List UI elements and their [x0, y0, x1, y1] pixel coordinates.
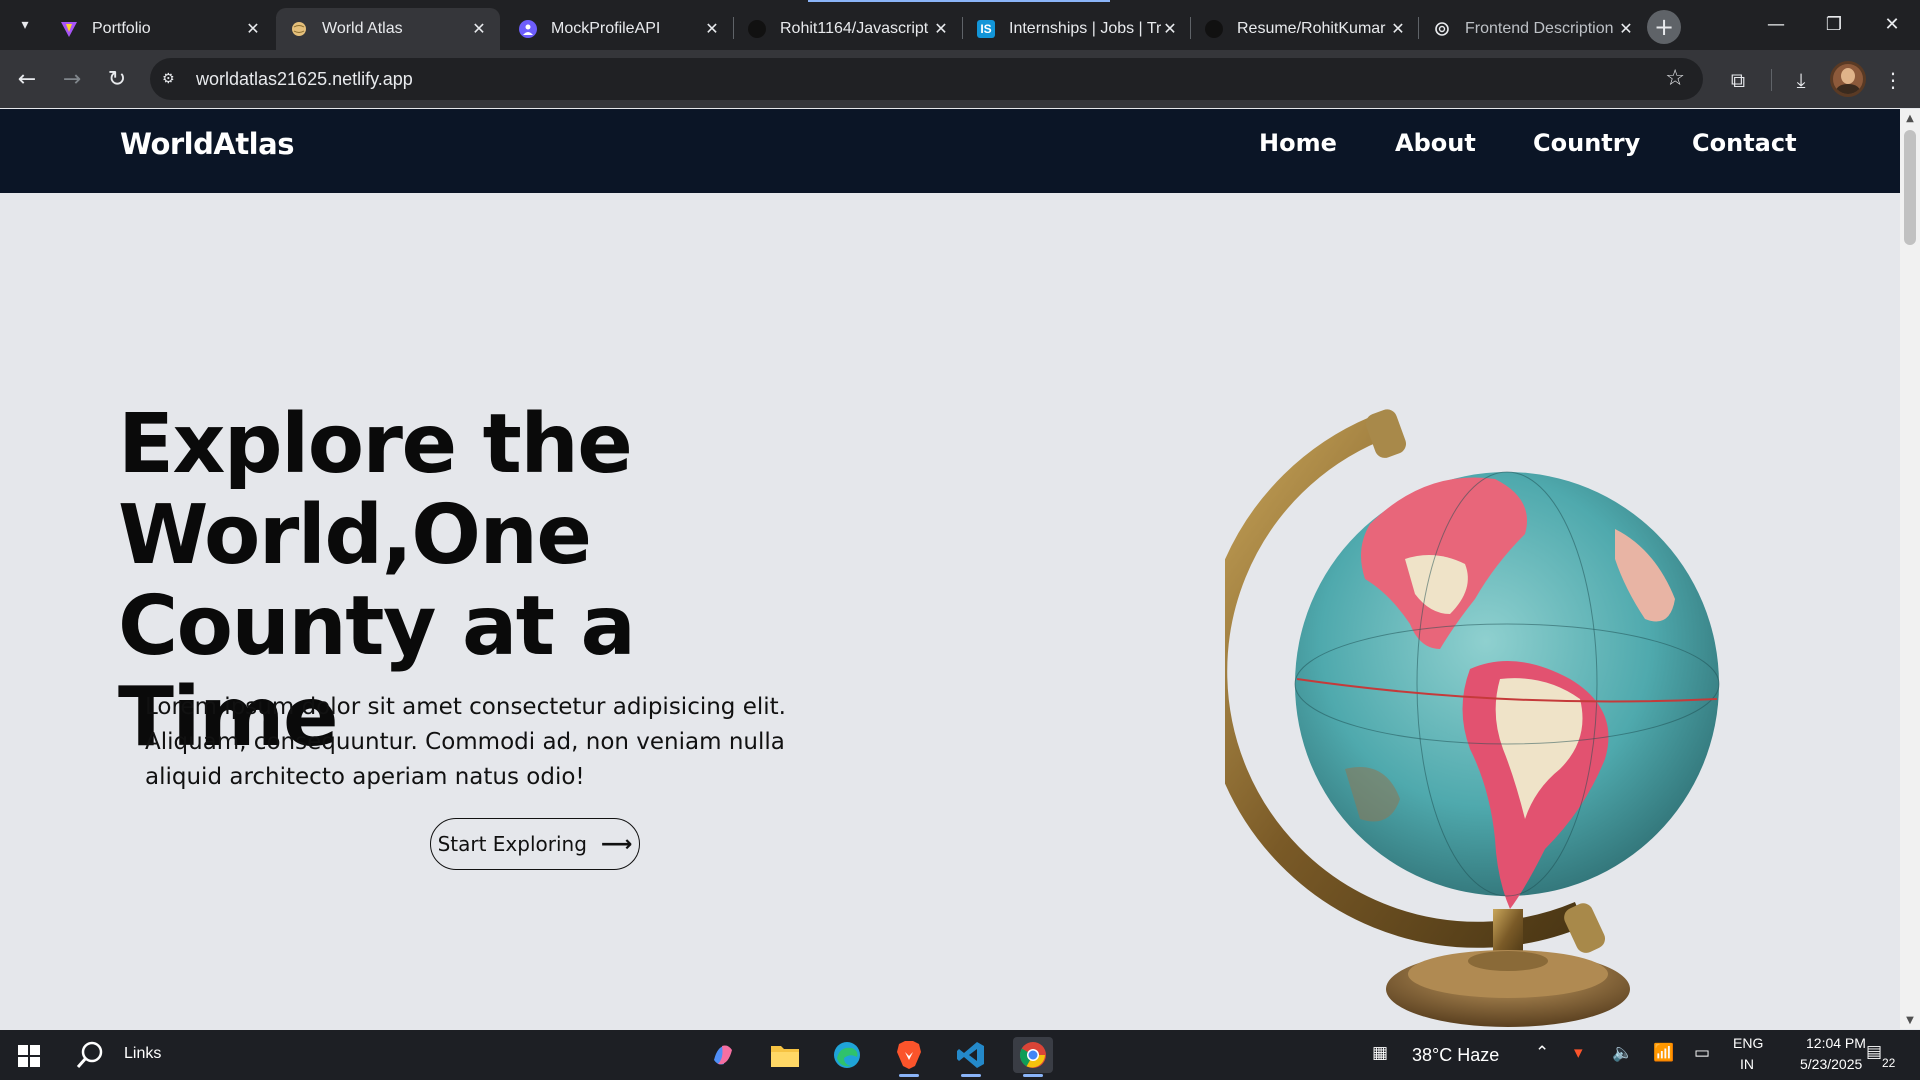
site-logo[interactable]: WorldAtlas: [120, 127, 294, 161]
scrollbar-thumb[interactable]: [1904, 130, 1916, 245]
taskbar-search-label[interactable]: Links: [124, 1045, 161, 1063]
close-icon[interactable]: ✕: [244, 20, 262, 38]
tab-title: Frontend Description: [1465, 20, 1614, 37]
menu-kebab-icon[interactable]: ⋮: [1877, 64, 1909, 96]
tab-loading-indicator: [808, 0, 1110, 2]
windows-start-icon[interactable]: [18, 1045, 40, 1067]
nav-about[interactable]: About: [1395, 129, 1476, 157]
minimize-icon[interactable]: —: [1748, 0, 1804, 48]
hero-paragraph: Lorem ipsum dolor sit amet consectetur a…: [145, 694, 786, 790]
url-text[interactable]: worldatlas21625.netlify.app: [196, 69, 413, 90]
github-icon: [748, 20, 766, 38]
github-icon: [1205, 20, 1223, 38]
tab-title: Resume/RohitKumar: [1237, 20, 1386, 37]
nav-home[interactable]: Home: [1259, 129, 1337, 157]
nav-country[interactable]: Country: [1533, 129, 1640, 157]
nav-contact[interactable]: Contact: [1692, 129, 1797, 157]
profile-icon: [519, 20, 537, 38]
brave-tray-icon[interactable]: ▾: [1574, 1043, 1583, 1063]
tab-title: Rohit1164/Javascript: [780, 20, 929, 37]
arrow-right-icon: ⟶: [600, 831, 633, 857]
volume-icon[interactable]: 🔈: [1612, 1043, 1633, 1063]
close-icon[interactable]: ✕: [1161, 20, 1179, 38]
close-icon[interactable]: ✕: [932, 20, 950, 38]
copilot-icon[interactable]: [703, 1037, 743, 1073]
close-icon[interactable]: ✕: [703, 20, 721, 38]
start-exploring-button[interactable]: Start Exploring ⟶: [430, 818, 640, 870]
app-running-indicator: [1023, 1074, 1043, 1077]
tab-frontend-description[interactable]: Frontend Description ✕: [1419, 8, 1647, 50]
toolbar-divider: [1771, 69, 1772, 91]
tab-github-resume[interactable]: Resume/RohitKumar ✕: [1191, 8, 1419, 50]
app-running-indicator: [899, 1074, 919, 1077]
reload-icon[interactable]: ↻: [99, 61, 135, 97]
hero-title-line: World,One: [118, 488, 592, 583]
close-icon[interactable]: ✕: [1389, 20, 1407, 38]
battery-icon[interactable]: ▭: [1694, 1043, 1710, 1063]
tab-title: MockProfileAPI: [551, 20, 661, 37]
cta-label: Start Exploring: [437, 832, 587, 856]
close-icon[interactable]: ✕: [470, 20, 488, 38]
download-icon[interactable]: ⤓: [1785, 64, 1817, 96]
language-top[interactable]: ENG: [1733, 1035, 1763, 1051]
vscode-icon[interactable]: [951, 1037, 991, 1077]
globe-icon: [290, 20, 308, 38]
bookmark-star-icon[interactable]: ☆: [1665, 66, 1685, 91]
tab-github-javascript[interactable]: Rohit1164/Javascript ✕: [734, 8, 962, 50]
scroll-up-icon[interactable]: ▲: [1903, 112, 1917, 124]
browser-toolbar: ← → ↻ ⚙ worldatlas21625.netlify.app ☆ ⧉ …: [0, 50, 1920, 108]
profile-avatar[interactable]: [1830, 61, 1866, 97]
tab-mockprofileapi[interactable]: MockProfileAPI ✕: [505, 8, 733, 50]
site-settings-icon[interactable]: ⚙: [162, 71, 192, 87]
address-bar[interactable]: ⚙ worldatlas21625.netlify.app ☆: [150, 58, 1703, 100]
site-header: WorldAtlas Home About Country Contact: [0, 109, 1900, 193]
tab-world-atlas[interactable]: World Atlas ✕: [276, 8, 500, 50]
internshala-icon: IS: [977, 20, 995, 38]
tab-search-button[interactable]: ▾: [10, 12, 40, 38]
language-bottom[interactable]: IN: [1740, 1056, 1754, 1072]
app-running-indicator: [961, 1074, 981, 1077]
search-icon[interactable]: [75, 1040, 107, 1072]
close-window-icon[interactable]: ✕: [1864, 0, 1920, 48]
globe-image: [1225, 409, 1720, 1027]
clock-time[interactable]: 12:04 PM: [1806, 1035, 1866, 1051]
weather-icon[interactable]: ▦: [1372, 1043, 1388, 1063]
new-tab-button[interactable]: +: [1647, 10, 1681, 44]
browser-tab-strip: ▾ Portfolio ✕ World Atlas ✕ MockProfileA…: [0, 0, 1920, 50]
close-icon[interactable]: ✕: [1617, 20, 1635, 38]
back-icon[interactable]: ←: [9, 61, 45, 97]
tab-internshala[interactable]: IS Internships | Jobs | Tr ✕: [963, 8, 1191, 50]
extensions-icon[interactable]: ⧉: [1722, 64, 1754, 96]
scroll-down-icon[interactable]: ▼: [1903, 1014, 1917, 1026]
restore-icon[interactable]: ❐: [1806, 0, 1862, 48]
tab-title: World Atlas: [322, 20, 403, 37]
forward-icon[interactable]: →: [54, 61, 90, 97]
network-icon[interactable]: 📶: [1653, 1043, 1674, 1063]
notification-icon[interactable]: ▤: [1866, 1042, 1882, 1062]
clock-date[interactable]: 5/23/2025: [1800, 1056, 1862, 1072]
web-page: WorldAtlas Home About Country Contact Ex…: [0, 109, 1900, 1029]
windows-taskbar: Links ▦ 38°C Haze ⌃ ▾ 🔈 📶 ▭ ENG IN 12:04…: [0, 1030, 1920, 1080]
openai-icon: [1433, 20, 1451, 38]
hero-title-line: Explore the: [118, 397, 633, 492]
tab-title: Portfolio: [92, 20, 151, 37]
chrome-icon[interactable]: [1013, 1037, 1053, 1077]
page-scrollbar[interactable]: [1900, 109, 1920, 1029]
tab-title: Internships | Jobs | Tr: [1009, 20, 1161, 37]
file-explorer-icon[interactable]: [765, 1037, 805, 1073]
vite-icon: [60, 20, 78, 38]
edge-icon[interactable]: [827, 1037, 867, 1073]
notification-count[interactable]: 22: [1882, 1056, 1895, 1070]
brave-icon[interactable]: [889, 1037, 929, 1077]
chevron-up-icon[interactable]: ⌃: [1535, 1043, 1549, 1063]
weather-text[interactable]: 38°C Haze: [1412, 1045, 1499, 1066]
tab-portfolio[interactable]: Portfolio ✕: [46, 8, 274, 50]
